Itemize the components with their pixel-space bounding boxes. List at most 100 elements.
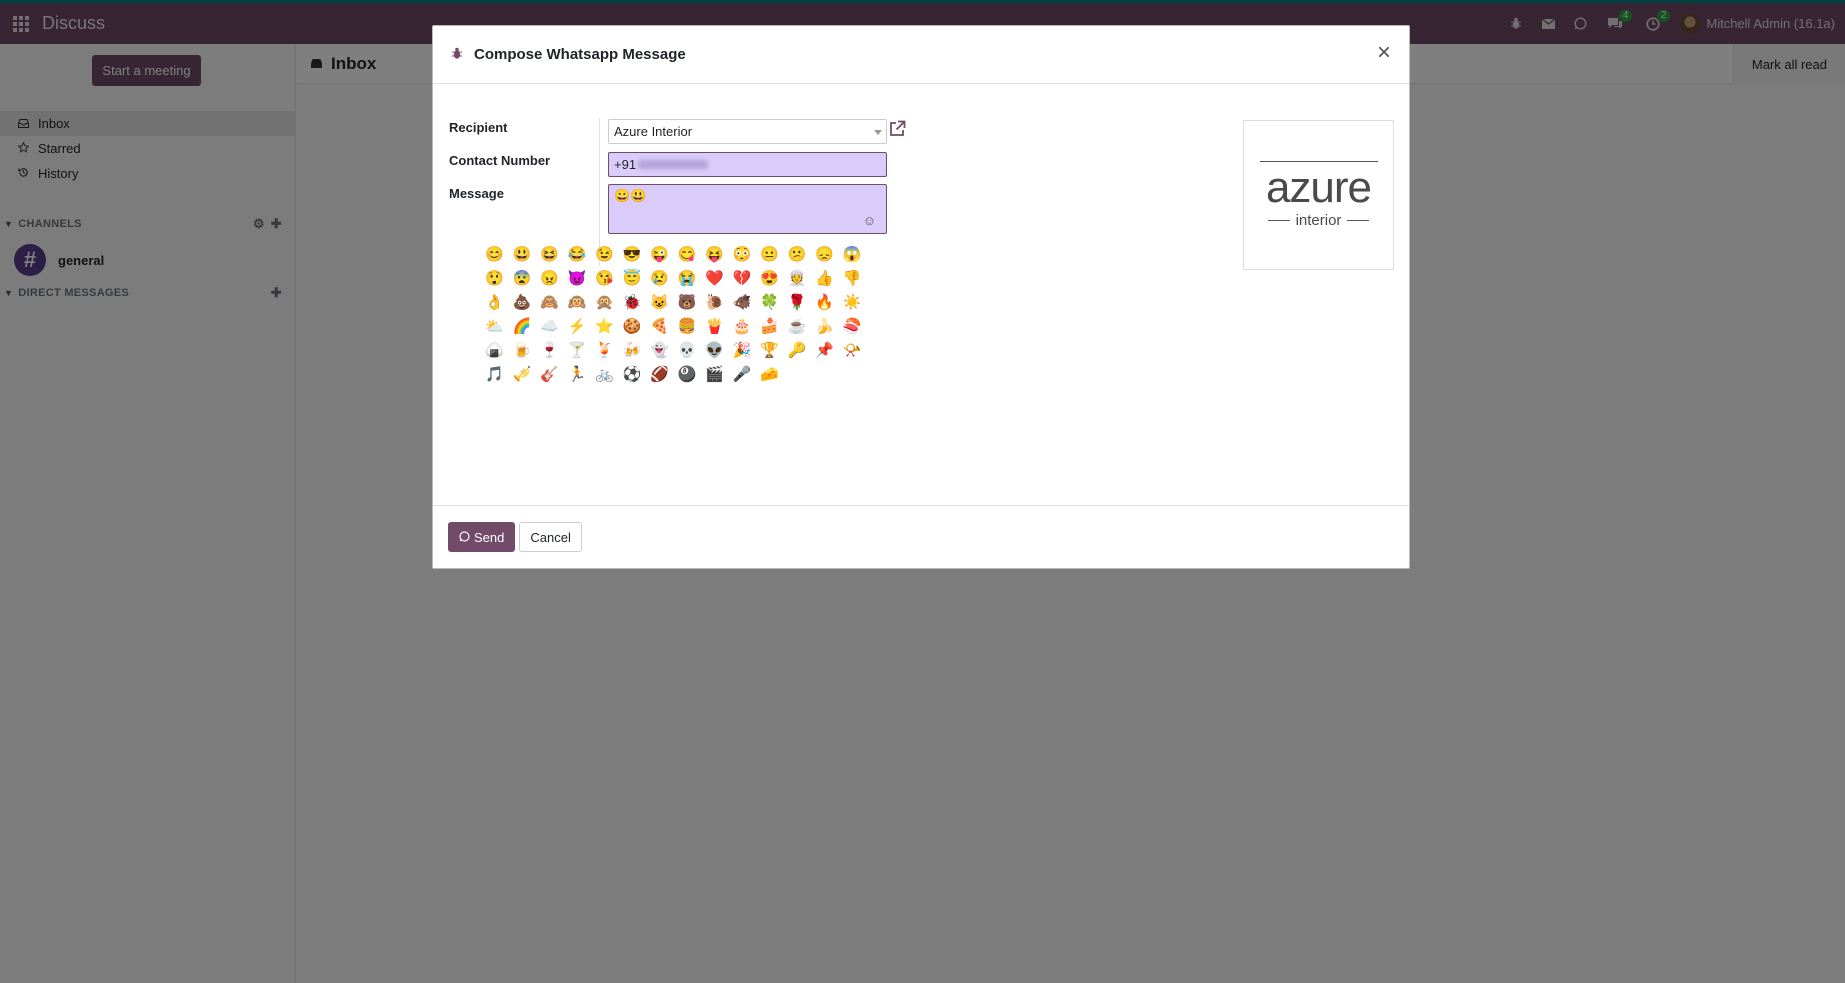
emoji-picker-icon[interactable]: ☺ xyxy=(863,213,876,228)
close-icon[interactable]: × xyxy=(1373,41,1395,65)
emoji-option[interactable]: 🍹 xyxy=(591,339,619,363)
emoji-option[interactable]: 🍻 xyxy=(619,339,647,363)
emoji-option[interactable]: 🍕 xyxy=(646,315,674,339)
emoji-option[interactable]: 🏈 xyxy=(646,363,674,387)
redacted-number xyxy=(638,160,709,169)
emoji-option[interactable]: 😐 xyxy=(756,243,784,267)
emoji-option[interactable]: 😎 xyxy=(619,243,647,267)
emoji-option[interactable]: 😃 xyxy=(509,243,537,267)
emoji-option[interactable]: 😲 xyxy=(481,267,509,291)
whatsapp-icon xyxy=(459,530,470,545)
dialog-header: Compose Whatsapp Message × xyxy=(433,26,1409,84)
emoji-option[interactable]: 🎉 xyxy=(729,339,757,363)
emoji-option[interactable]: 😢 xyxy=(646,267,674,291)
emoji-option[interactable]: 🔥 xyxy=(811,291,839,315)
emoji-option[interactable]: ☁️ xyxy=(536,315,564,339)
emoji-option[interactable]: 🎺 xyxy=(509,363,537,387)
emoji-option[interactable]: ❤️ xyxy=(701,267,729,291)
emoji-option[interactable]: 👳 xyxy=(784,267,812,291)
emoji-option[interactable]: 🙈 xyxy=(536,291,564,315)
emoji-option[interactable]: 🍌 xyxy=(811,315,839,339)
emoji-option[interactable]: 🔑 xyxy=(784,339,812,363)
emoji-option[interactable]: 👌 xyxy=(481,291,509,315)
emoji-option[interactable]: 🍪 xyxy=(619,315,647,339)
emoji-option[interactable]: 🐗 xyxy=(729,291,757,315)
emoji-option[interactable]: 💩 xyxy=(509,291,537,315)
emoji-option[interactable]: 😋 xyxy=(674,243,702,267)
emoji-option[interactable]: 😝 xyxy=(701,243,729,267)
emoji-option[interactable]: 🐞 xyxy=(619,291,647,315)
cancel-button[interactable]: Cancel xyxy=(519,522,582,552)
emoji-option[interactable]: 💀 xyxy=(674,339,702,363)
emoji-option[interactable]: 👍 xyxy=(811,267,839,291)
emoji-option[interactable]: ⚽ xyxy=(619,363,647,387)
contact-number-input[interactable]: +91 xyxy=(608,152,887,177)
emoji-option[interactable]: 🎤 xyxy=(729,363,757,387)
emoji-option[interactable]: 😨 xyxy=(509,267,537,291)
emoji-option[interactable]: 🧀 xyxy=(756,363,784,387)
emoji-option[interactable]: ☕ xyxy=(784,315,812,339)
emoji-option[interactable]: 🍀 xyxy=(756,291,784,315)
emoji-picker-grid: 😊 😃 😆 😂 😉 😎 😜 😋 😝 😳 😐 😕 😞 😱 😲 😨 😠 😈 😘 😇 😢 😭 ❤️ 💔 😍 👳 👍 👎 👌 💩 🙈 🙉 🙊 🐞 😺 🐻 🐌 🐗 🍀… xyxy=(481,243,861,387)
emoji-option[interactable]: 💔 xyxy=(729,267,757,291)
emoji-option[interactable]: 🏃 xyxy=(564,363,592,387)
emoji-option[interactable]: 😆 xyxy=(536,243,564,267)
emoji-option[interactable]: 👽 xyxy=(701,339,729,363)
emoji-option[interactable]: 🙊 xyxy=(591,291,619,315)
emoji-option[interactable]: 😇 xyxy=(619,267,647,291)
emoji-option[interactable]: ⚡ xyxy=(564,315,592,339)
emoji-option[interactable]: 🍰 xyxy=(756,315,784,339)
emoji-option[interactable]: 🌹 xyxy=(784,291,812,315)
emoji-option[interactable]: 😜 xyxy=(646,243,674,267)
emoji-option[interactable]: ⭐ xyxy=(591,315,619,339)
emoji-option[interactable]: 🎸 xyxy=(536,363,564,387)
emoji-option[interactable]: 🍷 xyxy=(536,339,564,363)
contact-number-label: Contact Number xyxy=(449,153,551,168)
emoji-option[interactable]: 😍 xyxy=(756,267,784,291)
emoji-option[interactable]: 🎱 xyxy=(674,363,702,387)
emoji-option[interactable]: 😊 xyxy=(481,243,509,267)
emoji-option[interactable]: 👻 xyxy=(646,339,674,363)
emoji-option[interactable]: 🍙 xyxy=(481,339,509,363)
emoji-option[interactable]: 🙉 xyxy=(564,291,592,315)
emoji-option[interactable]: 😈 xyxy=(564,267,592,291)
emoji-option[interactable]: 🎵 xyxy=(481,363,509,387)
emoji-option[interactable]: 😕 xyxy=(784,243,812,267)
recipient-select[interactable]: Azure Interior xyxy=(608,119,887,144)
dialog-footer: Send Cancel xyxy=(433,505,1409,568)
emoji-option[interactable]: 👎 xyxy=(839,267,867,291)
send-button[interactable]: Send xyxy=(448,522,516,552)
emoji-option[interactable]: ☀️ xyxy=(839,291,867,315)
emoji-option[interactable]: 🍣 xyxy=(839,315,867,339)
emoji-option[interactable]: 😳 xyxy=(729,243,757,267)
send-button-label: Send xyxy=(474,529,505,545)
emoji-option[interactable]: 🐻 xyxy=(674,291,702,315)
message-label: Message xyxy=(449,186,504,201)
emoji-option[interactable]: 📯 xyxy=(839,339,867,363)
external-link-icon[interactable] xyxy=(886,117,908,139)
emoji-option[interactable]: 🏆 xyxy=(756,339,784,363)
emoji-option[interactable]: 😘 xyxy=(591,267,619,291)
emoji-option[interactable]: 😭 xyxy=(674,267,702,291)
emoji-option[interactable]: 😺 xyxy=(646,291,674,315)
emoji-option[interactable]: 🚲 xyxy=(591,363,619,387)
emoji-option[interactable]: 🍟 xyxy=(701,315,729,339)
emoji-option[interactable]: 😞 xyxy=(811,243,839,267)
message-text: 😀😃 xyxy=(614,188,647,203)
emoji-option[interactable]: 🎬 xyxy=(701,363,729,387)
emoji-option[interactable]: 🍸 xyxy=(564,339,592,363)
emoji-option[interactable]: 😱 xyxy=(839,243,867,267)
bug-icon xyxy=(451,47,463,63)
emoji-option[interactable]: 🍔 xyxy=(674,315,702,339)
emoji-option[interactable]: 🎂 xyxy=(729,315,757,339)
emoji-option[interactable]: ⛅ xyxy=(481,315,509,339)
emoji-option[interactable]: 😉 xyxy=(591,243,619,267)
emoji-option[interactable]: 🐌 xyxy=(701,291,729,315)
emoji-option[interactable]: 🌈 xyxy=(509,315,537,339)
message-textarea[interactable]: 😀😃 ☺ xyxy=(608,184,887,234)
emoji-option[interactable]: 😠 xyxy=(536,267,564,291)
emoji-option[interactable]: 😂 xyxy=(564,243,592,267)
emoji-option[interactable]: 🍺 xyxy=(509,339,537,363)
emoji-option[interactable]: 📌 xyxy=(811,339,839,363)
dropdown-caret-icon xyxy=(874,130,882,135)
